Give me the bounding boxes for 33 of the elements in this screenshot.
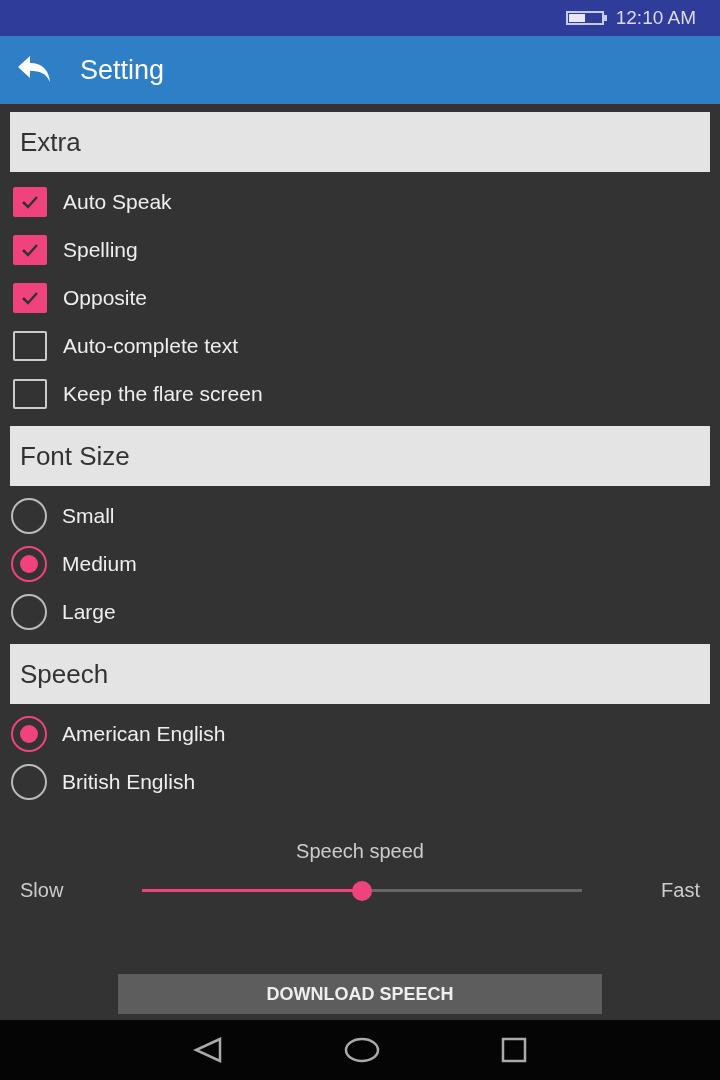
option-label: Small <box>62 504 115 528</box>
back-nav-icon[interactable] <box>192 1036 224 1064</box>
option-label: Opposite <box>63 286 148 310</box>
download-button[interactable]: DOWNLOAD SPEECH <box>118 974 602 1014</box>
checkbox[interactable] <box>13 235 47 265</box>
slider-title: Speech speed <box>295 840 425 863</box>
radio-button[interactable] <box>11 716 47 752</box>
option-label: Keep the flare screen <box>63 382 263 406</box>
section-header: Speech <box>10 644 710 704</box>
radio-button[interactable] <box>11 764 47 800</box>
option-label: American English <box>62 722 226 746</box>
checkbox[interactable] <box>13 379 47 409</box>
checkbox[interactable] <box>13 283 47 313</box>
option-label: British English <box>62 770 196 794</box>
option-label: Spelling <box>63 238 138 262</box>
radio-button[interactable] <box>11 594 47 630</box>
screen-title: Setting <box>80 54 165 86</box>
option-label: Auto-complete text <box>63 334 239 358</box>
radio-button[interactable] <box>11 546 47 582</box>
radio-button[interactable] <box>11 498 47 534</box>
option-label: Large <box>62 600 116 624</box>
slider-max-label: Fast <box>660 879 700 902</box>
recents-icon[interactable] <box>500 1036 528 1064</box>
section-header: Font Size <box>10 426 710 486</box>
status-time: 12:10 AM <box>615 7 696 29</box>
option-label: Medium <box>62 552 137 576</box>
home-icon[interactable] <box>344 1036 380 1064</box>
section-header: Extra <box>10 112 710 172</box>
slider-min-label: Slow <box>20 879 65 902</box>
checkbox[interactable] <box>13 187 47 217</box>
battery-icon <box>565 10 608 26</box>
checkbox[interactable] <box>13 331 47 361</box>
option-label: Auto Speak <box>63 190 172 214</box>
